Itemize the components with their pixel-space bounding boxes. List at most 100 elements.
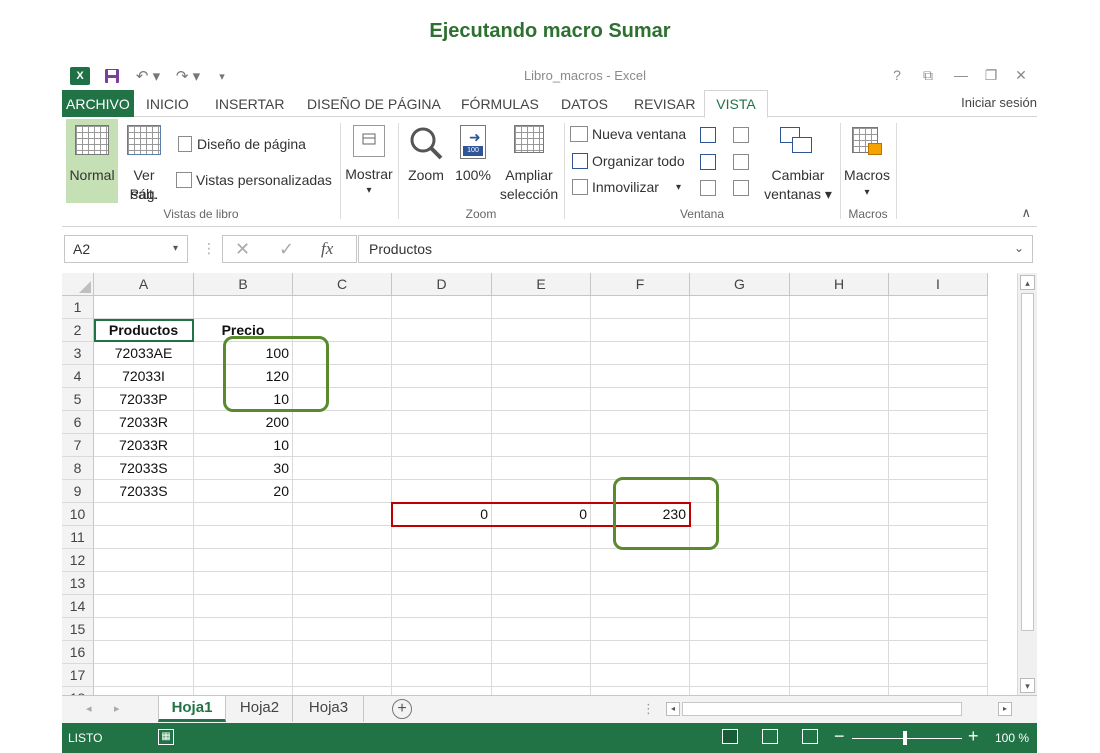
row-header-10[interactable]: 10 [62, 503, 94, 526]
row-header-16[interactable]: 16 [62, 641, 94, 664]
cell-d2[interactable] [392, 319, 492, 342]
cell-e5[interactable] [492, 388, 591, 411]
cell-i12[interactable] [889, 549, 988, 572]
cell-e12[interactable] [492, 549, 591, 572]
cell-c7[interactable] [293, 434, 392, 457]
zoom-level[interactable]: 100 % [995, 731, 1029, 745]
cell-i8[interactable] [889, 457, 988, 480]
cell-h14[interactable] [790, 595, 889, 618]
cell-b6[interactable]: 200 [194, 411, 293, 434]
cell-h2[interactable] [790, 319, 889, 342]
column-header-a[interactable]: A [94, 273, 194, 296]
cell-f17[interactable] [591, 664, 690, 687]
row-header-14[interactable]: 14 [62, 595, 94, 618]
row-header-15[interactable]: 15 [62, 618, 94, 641]
zoom-out-icon[interactable]: − [834, 726, 845, 747]
name-box[interactable]: A2 ▾ [64, 235, 188, 263]
cell-i13[interactable] [889, 572, 988, 595]
column-header-f[interactable]: F [591, 273, 690, 296]
tab-vista[interactable]: VISTA [704, 90, 768, 118]
tab-datos[interactable]: DATOS [555, 90, 614, 117]
cell-i16[interactable] [889, 641, 988, 664]
new-window-button[interactable]: Nueva ventana [570, 125, 692, 145]
row-header-7[interactable]: 7 [62, 434, 94, 457]
row-header-3[interactable]: 3 [62, 342, 94, 365]
column-header-b[interactable]: B [194, 273, 293, 296]
cell-i15[interactable] [889, 618, 988, 641]
expand-formula-bar-icon[interactable]: ⌄ [1014, 241, 1024, 255]
cell-i5[interactable] [889, 388, 988, 411]
column-header-e[interactable]: E [492, 273, 591, 296]
cell-i2[interactable] [889, 319, 988, 342]
cell-f5[interactable] [591, 388, 690, 411]
column-header-i[interactable]: I [889, 273, 988, 296]
cell-f13[interactable] [591, 572, 690, 595]
page-layout-status-icon[interactable] [762, 729, 778, 744]
cell-a14[interactable] [94, 595, 194, 618]
unhide-window-icon[interactable] [700, 180, 716, 196]
cell-g16[interactable] [690, 641, 790, 664]
cell-g1[interactable] [690, 296, 790, 319]
cell-i14[interactable] [889, 595, 988, 618]
cell-h18[interactable] [790, 687, 889, 695]
cell-h17[interactable] [790, 664, 889, 687]
synchronous-scrolling-icon[interactable] [733, 154, 749, 170]
cell-d6[interactable] [392, 411, 492, 434]
cell-a5[interactable]: 72033P [94, 388, 194, 411]
cell-a12[interactable] [94, 549, 194, 572]
cell-e7[interactable] [492, 434, 591, 457]
cell-c17[interactable] [293, 664, 392, 687]
cell-f14[interactable] [591, 595, 690, 618]
switch-windows-button[interactable]: Cambiar ventanas ▾ [760, 119, 836, 203]
cell-h6[interactable] [790, 411, 889, 434]
cell-i1[interactable] [889, 296, 988, 319]
arrange-all-button[interactable]: Organizar todo [570, 152, 692, 172]
cell-f16[interactable] [591, 641, 690, 664]
scroll-left-icon[interactable]: ◂ [666, 702, 680, 716]
cell-a15[interactable] [94, 618, 194, 641]
cell-i3[interactable] [889, 342, 988, 365]
column-header-d[interactable]: D [392, 273, 492, 296]
cell-i18[interactable] [889, 687, 988, 695]
cell-d13[interactable] [392, 572, 492, 595]
cell-e8[interactable] [492, 457, 591, 480]
split-icon[interactable] [700, 127, 716, 143]
select-all-button[interactable] [62, 273, 94, 296]
cell-e16[interactable] [492, 641, 591, 664]
cell-d4[interactable] [392, 365, 492, 388]
cell-i7[interactable] [889, 434, 988, 457]
cell-d9[interactable] [392, 480, 492, 503]
row-header-8[interactable]: 8 [62, 457, 94, 480]
cell-c13[interactable] [293, 572, 392, 595]
name-box-dropdown-icon[interactable]: ▾ [173, 243, 178, 254]
add-sheet-button[interactable]: + [392, 699, 412, 719]
cell-h15[interactable] [790, 618, 889, 641]
cell-h5[interactable] [790, 388, 889, 411]
cell-e13[interactable] [492, 572, 591, 595]
view-side-by-side-icon[interactable] [733, 127, 749, 143]
cell-d16[interactable] [392, 641, 492, 664]
collapse-ribbon-icon[interactable]: ∧ [1021, 205, 1031, 221]
cell-b14[interactable] [194, 595, 293, 618]
cell-h11[interactable] [790, 526, 889, 549]
cell-g15[interactable] [690, 618, 790, 641]
cell-h13[interactable] [790, 572, 889, 595]
cell-g2[interactable] [690, 319, 790, 342]
zoom-button[interactable]: Zoom [402, 119, 450, 203]
zoom-slider-thumb[interactable] [903, 731, 907, 745]
cell-c16[interactable] [293, 641, 392, 664]
cell-i9[interactable] [889, 480, 988, 503]
cell-e14[interactable] [492, 595, 591, 618]
next-sheet-icon[interactable]: ▸ [114, 702, 120, 715]
cell-e18[interactable] [492, 687, 591, 695]
cell-h10[interactable] [790, 503, 889, 526]
cell-e6[interactable] [492, 411, 591, 434]
cell-b9[interactable]: 20 [194, 480, 293, 503]
restore-icon[interactable]: ❐ [978, 65, 1004, 85]
cell-d1[interactable] [392, 296, 492, 319]
insert-function-icon[interactable]: fx [321, 239, 333, 259]
cell-b18[interactable] [194, 687, 293, 695]
close-icon[interactable]: ✕ [1008, 65, 1034, 85]
cell-f2[interactable] [591, 319, 690, 342]
cell-a18[interactable] [94, 687, 194, 695]
